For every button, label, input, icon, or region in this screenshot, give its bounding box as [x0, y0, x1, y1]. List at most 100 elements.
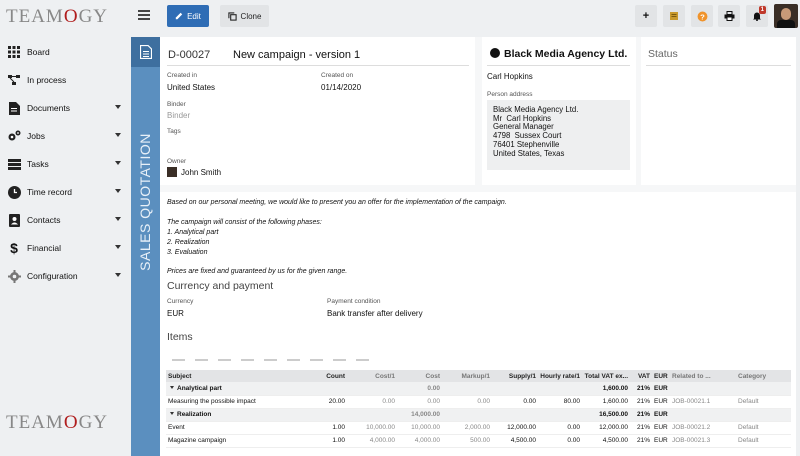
binder-label: Binder	[167, 101, 186, 108]
group-icon[interactable]	[287, 353, 300, 361]
customer-name[interactable]: Black Media Agency Ltd.	[490, 48, 627, 60]
col-markup[interactable]: Markup/1	[442, 370, 492, 382]
cell: 0.00	[347, 395, 397, 409]
cell: Default	[736, 395, 791, 409]
cell: 21%	[630, 434, 652, 448]
delete-icon[interactable]	[356, 353, 369, 361]
document-type-label: SALES QUOTATION	[137, 133, 153, 271]
divider	[646, 65, 791, 66]
cell: 12,000.00	[492, 421, 538, 435]
col-hourly-rate[interactable]: Hourly rate/1	[538, 370, 582, 382]
notes-button[interactable]	[663, 5, 685, 27]
plus-icon: +	[642, 10, 650, 22]
cell	[492, 408, 538, 422]
sidebar-item-configuration[interactable]: Configuration	[0, 262, 128, 290]
cell	[538, 382, 582, 396]
sidebar-item-tasks[interactable]: Tasks	[0, 150, 128, 178]
col-count[interactable]: Count	[306, 370, 347, 382]
cell: 80.00	[538, 395, 582, 409]
col-subject[interactable]: Subject	[166, 370, 306, 382]
cell: 12,000.00	[582, 421, 630, 435]
edit-label: Edit	[187, 11, 201, 21]
sidebar-item-jobs[interactable]: Jobs	[0, 122, 128, 150]
sidebar-item-time-record[interactable]: Time record	[0, 178, 128, 206]
chevron-down-icon	[115, 105, 121, 109]
chevron-down-icon[interactable]	[170, 385, 174, 389]
cell: 0.00	[492, 395, 538, 409]
sidebar-item-label: Documents	[27, 103, 70, 113]
cell: 1.00	[306, 421, 347, 435]
payment-value[interactable]: Bank transfer after delivery	[327, 309, 423, 318]
sidebar-item-financial[interactable]: $ Financial	[0, 234, 128, 262]
col-cost[interactable]: Cost	[397, 370, 442, 382]
table-row[interactable]: Magazine campaign 1.00 4,000.00 4,000.00…	[166, 434, 791, 448]
indent-icon[interactable]	[241, 353, 254, 361]
binder-field[interactable]: Binder	[167, 111, 190, 120]
cell	[442, 408, 492, 422]
cell: 10,000.00	[347, 421, 397, 435]
created-in-value[interactable]: United States	[167, 83, 215, 92]
cell	[347, 408, 397, 422]
logo-text: TEAM	[6, 412, 64, 433]
table-row[interactable]: Measuring the possible impact 20.00 0.00…	[166, 395, 791, 409]
cell: 21%	[630, 395, 652, 409]
cell	[492, 382, 538, 396]
customer-name-text: Black Media Agency Ltd.	[504, 48, 628, 60]
chevron-down-icon[interactable]	[170, 412, 174, 415]
currency-value[interactable]: EUR	[167, 309, 184, 318]
cell: 500.00	[442, 434, 492, 448]
sidebar-item-contacts[interactable]: Contacts	[0, 206, 128, 234]
table-row[interactable]: Event 1.00 10,000.00 10,000.00 2,000.00 …	[166, 421, 791, 435]
print-button[interactable]	[718, 5, 740, 27]
more-icon[interactable]	[310, 353, 323, 361]
sidebar-item-label: Configuration	[27, 271, 78, 281]
app-logo[interactable]: TEAMOGY	[6, 6, 108, 28]
add-button[interactable]: +	[635, 5, 657, 27]
col-vat[interactable]: VAT	[630, 370, 652, 382]
cell: 1.00	[306, 434, 347, 448]
table-group-row[interactable]: Analytical part 0.00 1,600.00 21% EUR	[166, 382, 791, 396]
more-vertical-icon[interactable]	[333, 353, 346, 361]
cell: 4,000.00	[347, 434, 397, 448]
insert-row-icon[interactable]	[218, 353, 231, 361]
items-section-title: Items	[167, 331, 193, 343]
edit-button[interactable]: Edit	[167, 5, 209, 27]
cell: 1,600.00	[582, 395, 630, 409]
col-total-vat-excl[interactable]: Total VAT ex...	[582, 370, 630, 382]
tasks-icon	[7, 157, 21, 171]
cell: Event	[166, 421, 306, 435]
sidebar-item-label: Time record	[27, 187, 73, 197]
sidebar-item-documents[interactable]: Documents	[0, 94, 128, 122]
menu-icon[interactable]	[138, 9, 150, 21]
col-category[interactable]: Category	[736, 370, 791, 382]
help-button[interactable]: ?	[691, 5, 713, 27]
currency-section-title: Currency and payment	[167, 280, 274, 292]
cell: JOB-00021.3	[670, 434, 736, 448]
sidebar-item-in-process[interactable]: In process	[0, 66, 128, 94]
created-on-value[interactable]: 01/14/2020	[321, 83, 361, 92]
user-avatar[interactable]	[774, 4, 798, 28]
clone-button[interactable]: Clone	[220, 5, 269, 27]
cell: EUR	[652, 382, 670, 396]
col-cost-per-unit[interactable]: Cost/1	[347, 370, 397, 382]
insert-above-icon[interactable]	[172, 353, 185, 361]
col-supply[interactable]: Supply/1	[492, 370, 538, 382]
document-title[interactable]: New campaign - version 1	[233, 49, 360, 61]
notifications-button[interactable]: 1	[746, 5, 768, 27]
chevron-down-icon	[115, 245, 121, 249]
cell: JOB-00021.1	[670, 395, 736, 409]
cell: 0.00	[442, 395, 492, 409]
table-group-row[interactable]: Realization 14,000.00 16,500.00 21% EUR	[166, 408, 791, 422]
insert-below-icon[interactable]	[195, 353, 208, 361]
company-icon	[490, 48, 500, 58]
created-on-label: Created on	[321, 72, 354, 79]
sidebar-item-board[interactable]: Board	[0, 38, 128, 66]
col-currency[interactable]: EUR	[652, 370, 670, 382]
outdent-icon[interactable]	[264, 353, 277, 361]
divider	[167, 65, 469, 66]
contact-person[interactable]: Carl Hopkins	[487, 72, 533, 81]
cell: 16,500.00	[582, 408, 630, 422]
owner-name[interactable]: John Smith	[181, 168, 221, 177]
col-related-to[interactable]: Related to ...	[670, 370, 736, 382]
cell: 14,000.00	[397, 408, 442, 422]
